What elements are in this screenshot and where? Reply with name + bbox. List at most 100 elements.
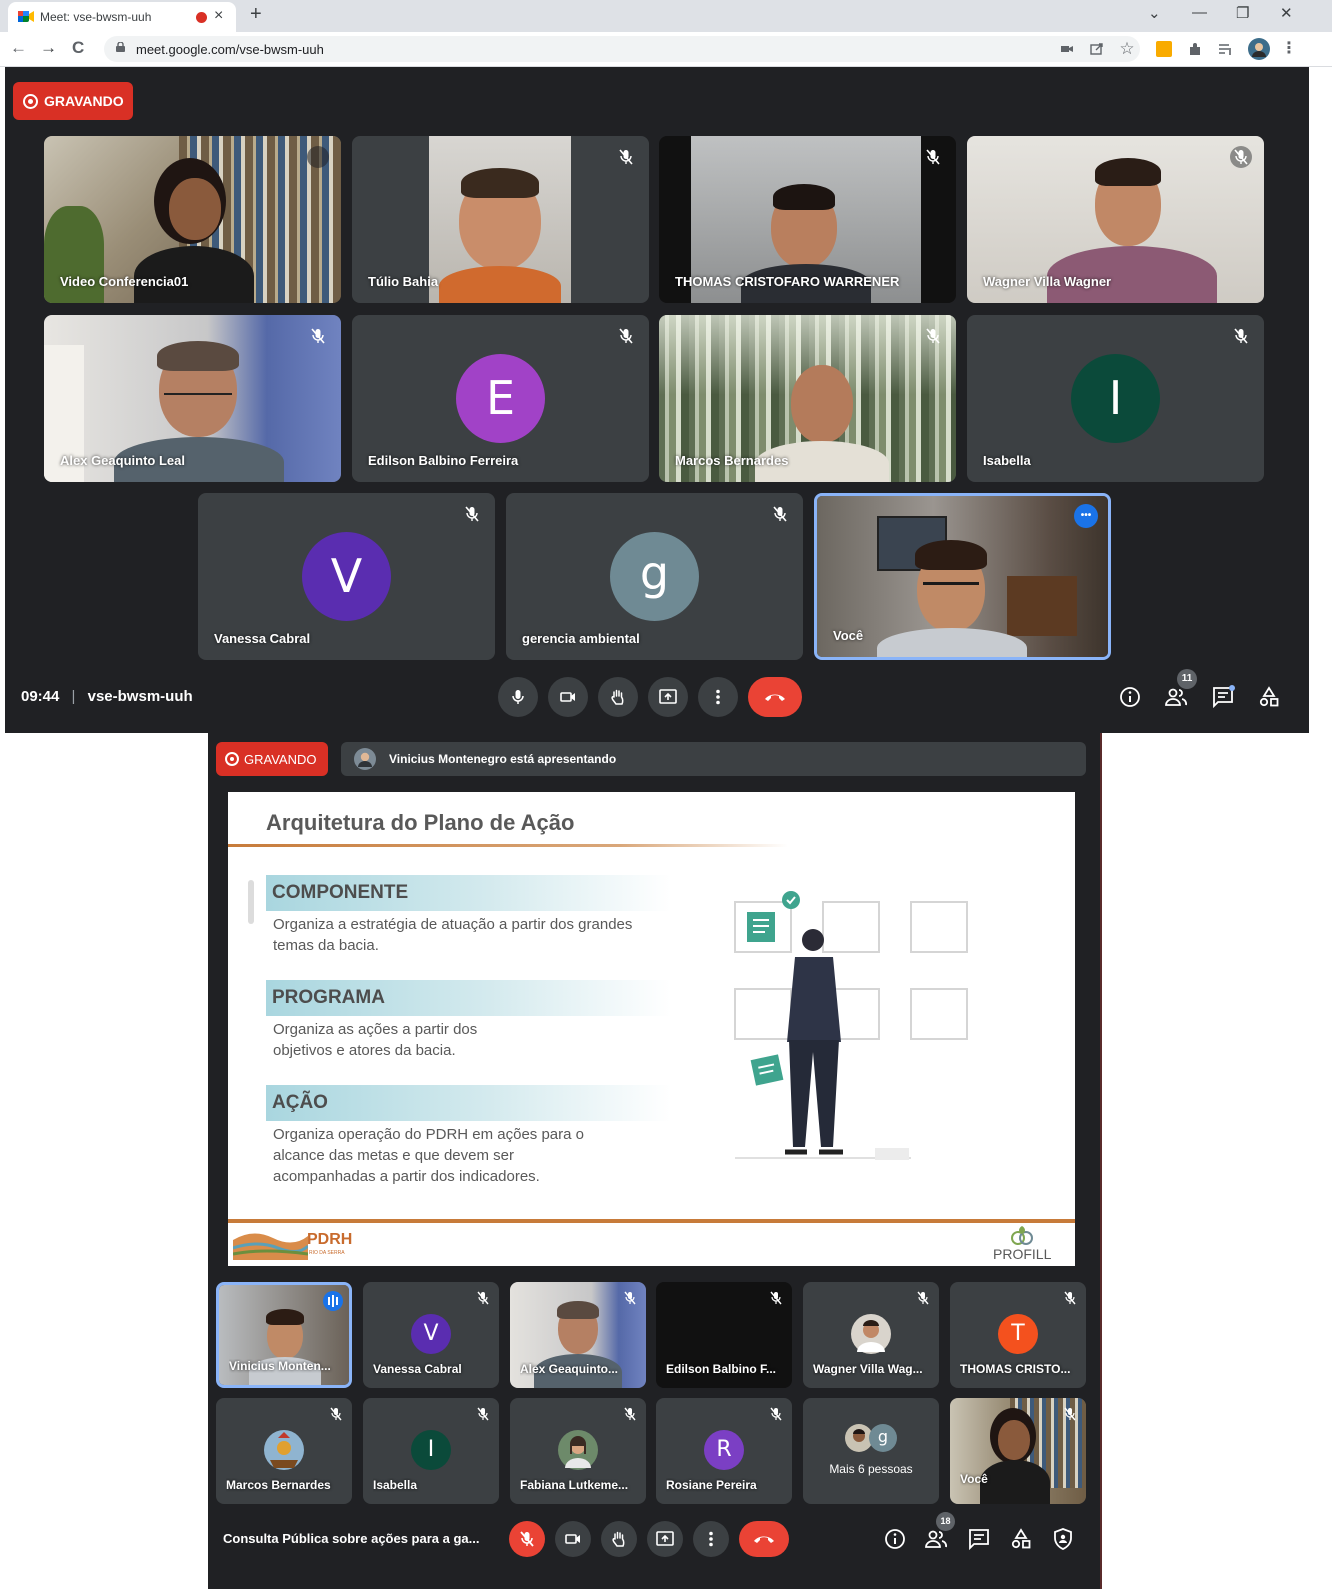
participant-name: Video Conferencia01: [60, 274, 189, 289]
muted-mic-icon: [1064, 1407, 1076, 1421]
muted-mic-icon: [311, 328, 325, 344]
participant-tile[interactable]: THOMAS CRISTOFARO WARRENER: [659, 136, 956, 303]
tab-title: Meet: vse-bwsm-uuh: [40, 10, 152, 24]
participant-tile[interactable]: Video Conferencia01: [44, 136, 341, 303]
bookmark-star-icon[interactable]: ☆: [1118, 40, 1136, 58]
more-options-button[interactable]: •••: [1074, 504, 1098, 528]
self-tile[interactable]: Você: [950, 1398, 1086, 1504]
profill-logo: PROFILL: [990, 1224, 1060, 1264]
participant-tile[interactable]: Wagner Villa Wag...: [803, 1282, 939, 1388]
meeting-code: vse-bwsm-uuh: [87, 688, 193, 705]
profill-leaf-icon: [1011, 1226, 1033, 1245]
more-options-button[interactable]: [693, 1521, 729, 1557]
browser-menu-icon[interactable]: ⋮: [1280, 40, 1298, 58]
muted-mic-icon: [477, 1291, 489, 1305]
pdrh-logo: PDRH RIO DA SERRA: [233, 1228, 357, 1260]
recording-badge: GRAVANDO: [13, 82, 133, 120]
presenting-banner[interactable]: Vinicius Montenegro está apresentando: [341, 742, 1086, 776]
avatar: [558, 1430, 598, 1470]
participant-name: Isabella: [373, 1478, 418, 1492]
reload-button[interactable]: C: [72, 38, 84, 58]
participant-tile[interactable]: Túlio Bahia: [352, 136, 649, 303]
participant-tile[interactable]: Edilson Balbino F...: [656, 1282, 792, 1388]
extension-icon[interactable]: [1156, 41, 1172, 57]
meeting-details: 09:44 | vse-bwsm-uuh: [21, 688, 193, 705]
participant-tile[interactable]: Marcos Bernardes: [659, 315, 956, 482]
muted-mic-icon: [770, 1291, 782, 1305]
browser-tab[interactable]: Meet: vse-bwsm-uuh ×: [8, 2, 236, 32]
more-options-button[interactable]: [698, 677, 738, 717]
participant-tile[interactable]: Vinicius Monten...: [216, 1282, 352, 1388]
present-screen-button[interactable]: [647, 1521, 683, 1557]
participant-name: Vinicius Monten...: [229, 1359, 331, 1373]
new-tab-button[interactable]: +: [250, 3, 262, 26]
muted-mic-icon: [1064, 1291, 1076, 1305]
muted-mic-icon: [770, 1407, 782, 1421]
activities-icon[interactable]: [1257, 685, 1281, 709]
activities-icon[interactable]: [1009, 1527, 1033, 1551]
raise-hand-button[interactable]: [598, 677, 638, 717]
close-window-button[interactable]: ✕: [1280, 4, 1293, 22]
participant-name: Você: [960, 1472, 988, 1486]
microphone-button[interactable]: [498, 677, 538, 717]
camera-button[interactable]: [548, 677, 588, 717]
end-call-button[interactable]: [748, 677, 802, 717]
participant-tile[interactable]: Fabiana Lutkeme...: [510, 1398, 646, 1504]
minimize-button[interactable]: —: [1192, 4, 1207, 21]
meet-presentation-view: GRAVANDO Vinicius Montenegro está aprese…: [208, 733, 1102, 1589]
meeting-info-icon[interactable]: [1118, 685, 1142, 709]
muted-mic-icon: [330, 1407, 342, 1421]
forward-button[interactable]: →: [40, 38, 57, 58]
microphone-button[interactable]: [509, 1521, 545, 1557]
participant-tile[interactable]: Wagner Villa Wagner: [967, 136, 1264, 303]
participant-tile[interactable]: I Isabella: [967, 315, 1264, 482]
address-bar[interactable]: meet.google.com/vse-bwsm-uuh: [104, 36, 1140, 62]
participant-tile[interactable]: Marcos Bernardes: [216, 1398, 352, 1504]
record-icon: [23, 94, 38, 109]
chat-icon[interactable]: [967, 1527, 991, 1551]
muted-mic-icon: [624, 1407, 636, 1421]
meeting-info-icon[interactable]: [883, 1527, 907, 1551]
participant-name: Túlio Bahia: [368, 274, 439, 289]
participant-name: Vanessa Cabral: [373, 1362, 462, 1376]
extensions-puzzle-icon[interactable]: [1186, 40, 1204, 58]
chat-icon[interactable]: [1211, 685, 1235, 709]
participant-tile[interactable]: T THOMAS CRISTO...: [950, 1282, 1086, 1388]
profile-avatar-icon[interactable]: [1248, 38, 1270, 60]
participant-tile[interactable]: V Vanessa Cabral: [363, 1282, 499, 1388]
avatar: E: [456, 354, 545, 443]
tab-search-icon[interactable]: ⌄: [1148, 4, 1161, 22]
present-screen-button[interactable]: [648, 677, 688, 717]
muted-mic-icon: [307, 146, 329, 168]
slide-title: Arquitetura do Plano de Ação: [266, 810, 575, 835]
present-icon: [659, 689, 677, 704]
avatar: V: [302, 532, 391, 621]
video-camera-icon: [565, 1534, 580, 1544]
participant-tile[interactable]: Alex Geaquinto Leal: [44, 315, 341, 482]
camera-in-use-icon[interactable]: [1058, 40, 1076, 58]
restore-button[interactable]: ❐: [1236, 4, 1249, 22]
reading-list-icon[interactable]: [1216, 40, 1234, 58]
participant-tile[interactable]: I Isabella: [363, 1398, 499, 1504]
more-people-tile[interactable]: g Mais 6 pessoas: [803, 1398, 939, 1504]
avatar: [851, 1314, 891, 1354]
share-icon[interactable]: [1088, 40, 1106, 58]
participant-tile[interactable]: E Edilson Balbino Ferreira: [352, 315, 649, 482]
muted-mic-icon: [773, 506, 787, 522]
participant-tile[interactable]: V Vanessa Cabral: [198, 493, 495, 660]
self-tile[interactable]: ••• Você: [814, 493, 1111, 660]
participant-tile[interactable]: Alex Geaquinto...: [510, 1282, 646, 1388]
host-controls-shield-icon[interactable]: [1051, 1527, 1075, 1551]
camera-button[interactable]: [555, 1521, 591, 1557]
video-camera-icon: [560, 692, 575, 702]
people-count-badge: 18: [936, 1512, 955, 1531]
lock-icon: [116, 42, 125, 52]
end-call-button[interactable]: [739, 1521, 789, 1557]
avatar: g: [610, 532, 699, 621]
participant-tile[interactable]: g gerencia ambiental: [506, 493, 803, 660]
back-button[interactable]: ←: [10, 38, 27, 58]
tab-close-icon[interactable]: ×: [214, 7, 223, 25]
raise-hand-button[interactable]: [601, 1521, 637, 1557]
participant-tile[interactable]: R Rosiane Pereira: [656, 1398, 792, 1504]
section-header: COMPONENTE: [266, 875, 671, 911]
